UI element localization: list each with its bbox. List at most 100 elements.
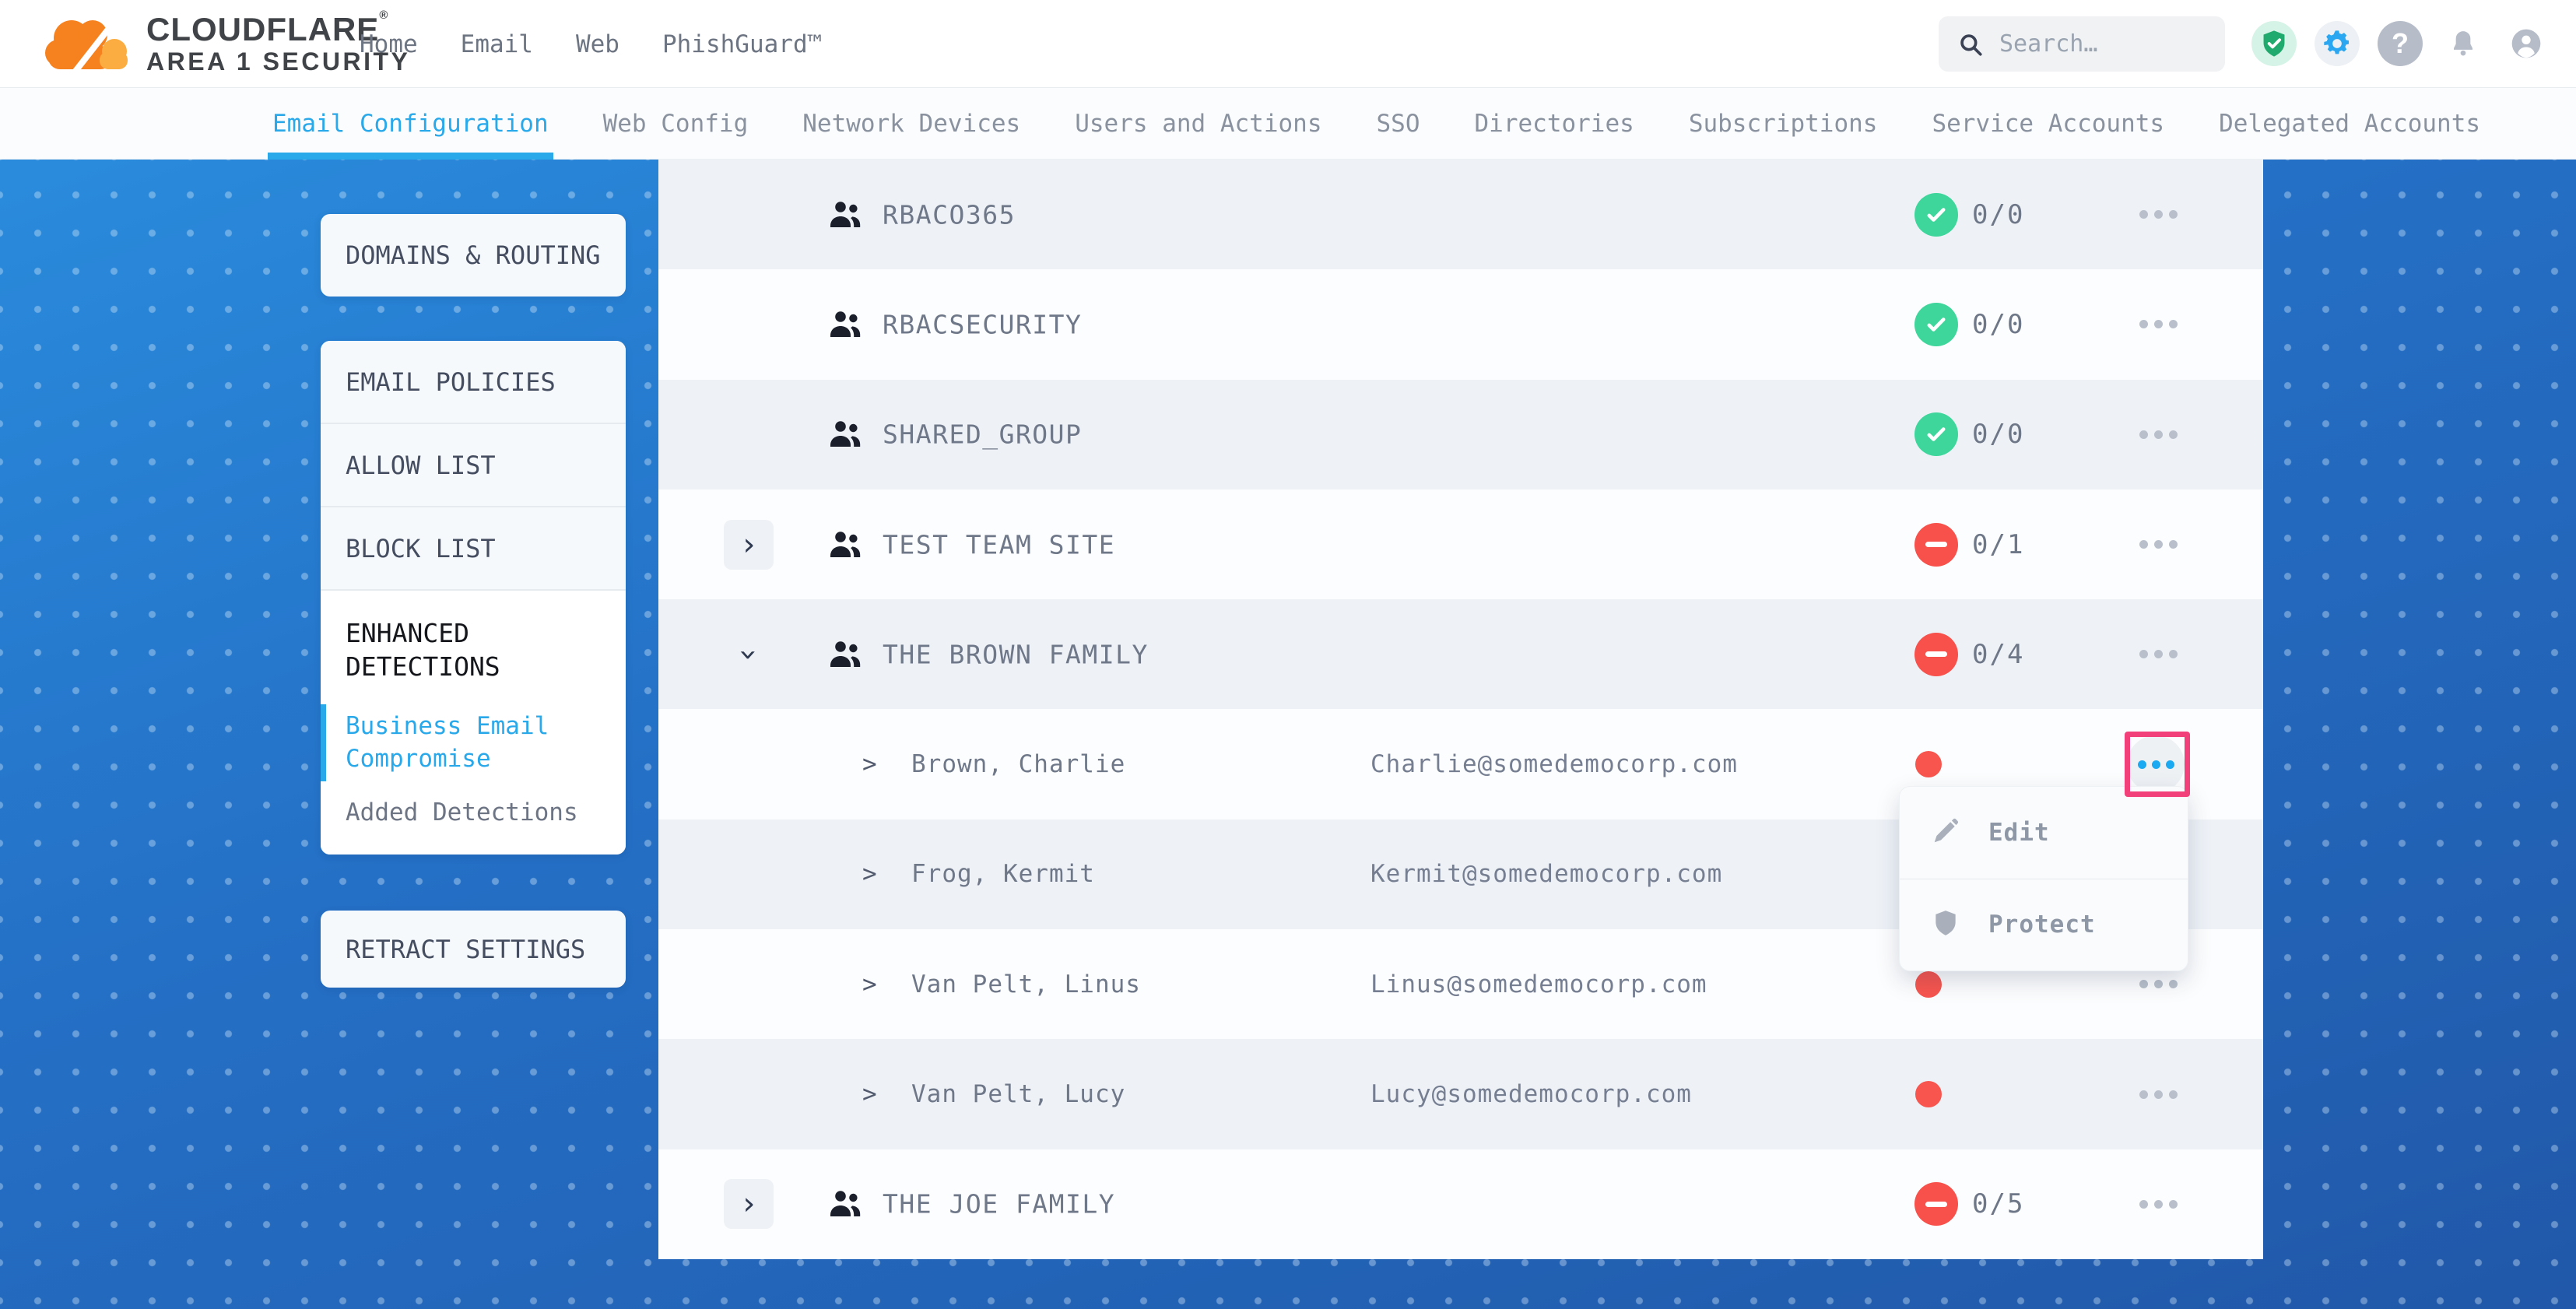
kebab-dot bbox=[2169, 1200, 2178, 1209]
member-caret-icon: > bbox=[862, 750, 877, 778]
expand-button[interactable]: › bbox=[724, 1179, 774, 1229]
member-email: Lucy@somedemocorp.com bbox=[1370, 1080, 1692, 1108]
pencil-icon bbox=[1931, 816, 1960, 849]
sidebar-item-allow-list[interactable]: ALLOW LIST bbox=[321, 424, 626, 507]
status-fail-icon bbox=[1914, 633, 1958, 676]
member-name: Brown, Charlie bbox=[911, 750, 1125, 778]
row-actions-kebab-icon[interactable] bbox=[2127, 1063, 2189, 1125]
menu-item-protect[interactable]: Protect bbox=[1900, 879, 2188, 971]
header-icon-cluster: ? bbox=[2251, 21, 2549, 66]
kebab-dot bbox=[2154, 430, 2163, 439]
search-icon bbox=[1957, 31, 1984, 58]
kebab-dot bbox=[2169, 320, 2178, 328]
kebab-dot bbox=[2154, 980, 2163, 988]
row-actions-kebab-icon[interactable] bbox=[2127, 735, 2185, 793]
tab-network-devices[interactable]: Network Devices bbox=[801, 88, 1022, 160]
app-header: CLOUDFLARE® AREA 1 SECURITY HomeEmailWeb… bbox=[0, 0, 2576, 88]
sidebar-item-block-list[interactable]: BLOCK LIST bbox=[321, 507, 626, 591]
kebab-dot bbox=[2139, 430, 2148, 439]
status-dot bbox=[1915, 971, 1942, 998]
search-box[interactable] bbox=[1939, 16, 2225, 72]
tab-service-accounts[interactable]: Service Accounts bbox=[1930, 88, 2166, 160]
group-name: RBACO365 bbox=[883, 199, 1016, 230]
group-name: SHARED_GROUP bbox=[883, 419, 1082, 450]
group-people-icon bbox=[826, 638, 864, 671]
search-input[interactable] bbox=[1999, 30, 2206, 58]
member-name: Van Pelt, Lucy bbox=[911, 1080, 1125, 1108]
sidebar-item-email-policies[interactable]: EMAIL POLICIES bbox=[321, 341, 626, 424]
gear-icon[interactable] bbox=[2315, 21, 2360, 66]
kebab-dot bbox=[2152, 760, 2160, 769]
sidebar-item-label: RETRACT SETTINGS bbox=[346, 935, 585, 964]
group-people-icon bbox=[826, 1188, 864, 1220]
sidebar-item-label: EMAIL POLICIES bbox=[346, 367, 556, 397]
nav-item-web[interactable]: Web bbox=[576, 30, 619, 58]
member-email: Linus@somedemocorp.com bbox=[1370, 970, 1707, 998]
policy-list: EMAIL POLICIES ALLOW LIST BLOCK LIST bbox=[321, 341, 626, 591]
protection-count: 0/1 bbox=[1972, 529, 2024, 560]
expand-button[interactable]: › bbox=[724, 520, 774, 570]
kebab-dot bbox=[2154, 1090, 2163, 1099]
nav-item-email[interactable]: Email bbox=[461, 30, 533, 58]
kebab-dot bbox=[2154, 540, 2163, 549]
sidebar-item-label: BLOCK LIST bbox=[346, 534, 496, 563]
tab-bar: Email Configuration Web Config Network Dev… bbox=[0, 88, 2576, 160]
context-menu: EditProtect bbox=[1899, 786, 2188, 971]
tab-users-and-actions[interactable]: Users and Actions bbox=[1073, 88, 1323, 160]
kebab-dot bbox=[2169, 650, 2178, 658]
sidebar-item-business-email-compromise[interactable]: Business Email Compromise bbox=[346, 711, 601, 776]
sidebar-item-enhanced-detections[interactable]: ENHANCED DETECTIONS Business Email Compr… bbox=[321, 591, 626, 855]
group-name: THE BROWN FAMILY bbox=[883, 639, 1149, 669]
sidebar-item-retract-settings[interactable]: RETRACT SETTINGS bbox=[321, 911, 626, 988]
collapse-button[interactable]: › bbox=[724, 630, 774, 679]
kebab-dot bbox=[2139, 320, 2148, 328]
status-fail-icon bbox=[1914, 1182, 1958, 1226]
kebab-dot bbox=[2154, 650, 2163, 658]
minus-glyph bbox=[1925, 1202, 1947, 1207]
kebab-dot bbox=[2139, 1090, 2148, 1099]
group-people-icon bbox=[826, 528, 864, 561]
tab-email-configuration[interactable]: Email Configuration bbox=[271, 88, 550, 160]
nav-item-phishguard-[interactable]: PhishGuard™ bbox=[662, 30, 822, 58]
table-row: > Van Pelt, Lucy Lucy@somedemocorp.com bbox=[658, 1039, 2263, 1149]
member-caret-icon: > bbox=[862, 1080, 877, 1108]
row-actions-kebab-icon[interactable] bbox=[2127, 1173, 2189, 1235]
menu-item-edit[interactable]: Edit bbox=[1900, 787, 2188, 879]
kebab-dot bbox=[2169, 540, 2178, 549]
row-actions-kebab-icon[interactable] bbox=[2127, 514, 2189, 576]
member-email: Kermit@somedemocorp.com bbox=[1370, 860, 1722, 888]
tab-subscriptions[interactable]: Subscriptions bbox=[1687, 88, 1879, 160]
sidebar-item-added-detections[interactable]: Added Detections bbox=[346, 797, 601, 830]
row-actions-kebab-icon[interactable] bbox=[2127, 403, 2189, 465]
tab-delegated-accounts[interactable]: Delegated Accounts bbox=[2217, 88, 2482, 160]
group-name: TEST TEAM SITE bbox=[883, 529, 1115, 560]
nav-item-home[interactable]: Home bbox=[360, 30, 418, 58]
sidebar-item-label: ALLOW LIST bbox=[346, 451, 496, 480]
help-icon[interactable]: ? bbox=[2378, 21, 2423, 66]
group-name: THE JOE FAMILY bbox=[883, 1189, 1115, 1220]
member-name: Frog, Kermit bbox=[911, 860, 1095, 888]
group-people-icon bbox=[826, 198, 864, 231]
shield-check-icon[interactable] bbox=[2251, 21, 2297, 66]
kebab-dot bbox=[2169, 210, 2178, 219]
row-actions-kebab-icon[interactable] bbox=[2127, 184, 2189, 246]
tab-directories[interactable]: Directories bbox=[1473, 88, 1636, 160]
tab-web-config[interactable]: Web Config bbox=[602, 88, 750, 160]
user-avatar-icon[interactable] bbox=[2504, 21, 2549, 66]
protection-count: 0/0 bbox=[1972, 419, 2024, 450]
chevron-right-icon: › bbox=[739, 529, 758, 560]
row-actions-kebab-icon[interactable] bbox=[2127, 293, 2189, 356]
sidebar-item-label: DOMAINS & ROUTING bbox=[346, 240, 601, 270]
minus-glyph bbox=[1925, 542, 1947, 547]
status-dot bbox=[1915, 1081, 1942, 1107]
kebab-dot bbox=[2139, 650, 2148, 658]
status-fail-icon bbox=[1914, 523, 1958, 567]
protection-count: 0/0 bbox=[1972, 199, 2024, 230]
table-row: RBACSECURITY0/0 bbox=[658, 269, 2263, 379]
tab-sso[interactable]: SSO bbox=[1375, 88, 1422, 160]
help-glyph: ? bbox=[2392, 27, 2409, 60]
row-actions-kebab-icon[interactable] bbox=[2127, 623, 2189, 686]
groups-table: RBACO365 0/0 RBACSECURITY0/0 SHARED_GROUP 0/… bbox=[658, 160, 2263, 1259]
sidebar-item-domains-routing[interactable]: DOMAINS & ROUTING bbox=[321, 214, 626, 297]
bell-icon[interactable] bbox=[2441, 21, 2486, 66]
